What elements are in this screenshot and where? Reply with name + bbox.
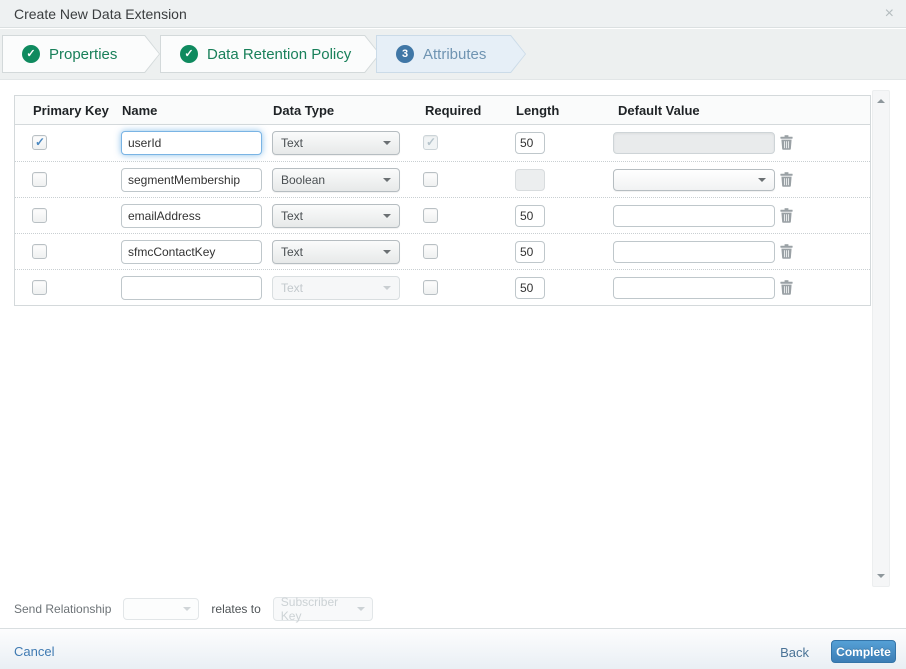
send-relationship-row: Send Relationship relates to Subscriber … [14, 596, 373, 622]
send-relationship-label: Send Relationship [14, 602, 111, 616]
relates-to-label: relates to [211, 602, 260, 616]
step-number-badge: 3 [396, 45, 414, 63]
table-row: Boolean [15, 161, 870, 197]
required-checkbox[interactable] [423, 208, 438, 223]
default-value-select[interactable] [613, 169, 775, 191]
subscriber-key-value: Subscriber Key [281, 595, 357, 623]
wizard-step-data-retention-policy[interactable]: ✓ Data Retention Policy [160, 35, 380, 73]
table-row: Text [15, 197, 870, 233]
wizard-step-bar: ✓ Properties ✓ Data Retention Policy 3 A… [0, 29, 906, 80]
chevron-down-icon [383, 141, 391, 145]
chevron-down-icon [758, 178, 766, 182]
column-header-length: Length [516, 96, 559, 125]
data-type-select[interactable]: Text [272, 204, 400, 228]
data-type-select[interactable]: Text [272, 240, 400, 264]
wizard-step-attributes[interactable]: 3 Attributes [376, 35, 526, 73]
data-type-value: Text [281, 245, 303, 259]
data-type-select[interactable]: Boolean [272, 168, 400, 192]
trash-icon[interactable] [780, 135, 793, 150]
name-input[interactable] [121, 168, 262, 192]
length-input [515, 169, 545, 191]
data-type-value: Text [281, 136, 303, 150]
subscriber-key-select: Subscriber Key [273, 597, 373, 621]
scroll-down-button[interactable] [873, 568, 889, 584]
length-input[interactable] [515, 241, 545, 263]
table-row: Text [15, 233, 870, 269]
chevron-down-icon [383, 214, 391, 218]
trash-icon[interactable] [780, 280, 793, 295]
primary-key-checkbox[interactable] [32, 280, 47, 295]
primary-key-checkbox[interactable] [32, 172, 47, 187]
trash-icon[interactable] [780, 208, 793, 223]
trash-icon[interactable] [780, 244, 793, 259]
send-relationship-field-select [123, 598, 199, 620]
data-type-value: Text [281, 281, 303, 295]
name-input[interactable] [121, 131, 262, 155]
primary-key-checkbox[interactable] [32, 135, 47, 150]
step-label: Properties [49, 46, 117, 63]
chevron-down-icon [383, 286, 391, 290]
column-header-default-value: Default Value [618, 96, 700, 125]
column-header-primary-key: Primary Key [33, 96, 109, 125]
dialog-titlebar: Create New Data Extension × [0, 0, 906, 28]
back-button[interactable]: Back [780, 645, 809, 660]
column-header-name: Name [122, 96, 157, 125]
data-type-value: Boolean [281, 173, 325, 187]
attributes-table: Primary Key Name Data Type Required Leng… [14, 95, 871, 306]
name-input[interactable] [121, 204, 262, 228]
column-header-data-type: Data Type [273, 96, 334, 125]
required-checkbox[interactable] [423, 280, 438, 295]
data-type-select[interactable]: Text [272, 131, 400, 155]
check-circle-icon: ✓ [22, 45, 40, 63]
dialog-title: Create New Data Extension [14, 0, 187, 28]
length-input[interactable] [515, 277, 545, 299]
default-value-input[interactable] [613, 241, 775, 263]
table-header-row: Primary Key Name Data Type Required Leng… [15, 96, 870, 125]
table-row: Text [15, 269, 870, 305]
column-header-required: Required [425, 96, 481, 125]
complete-button[interactable]: Complete [831, 640, 896, 663]
triangle-down-icon [877, 574, 885, 578]
triangle-up-icon [877, 99, 885, 103]
primary-key-checkbox[interactable] [32, 244, 47, 259]
chevron-down-icon [383, 178, 391, 182]
step-label: Attributes [423, 46, 486, 63]
name-input[interactable] [121, 240, 262, 264]
scrollbar[interactable] [872, 90, 890, 587]
scroll-up-button[interactable] [873, 93, 889, 109]
default-value-input[interactable] [613, 277, 775, 299]
default-value-input [613, 132, 775, 154]
close-icon[interactable]: × [885, 4, 894, 24]
chevron-down-icon [183, 607, 191, 611]
length-input[interactable] [515, 205, 545, 227]
trash-icon[interactable] [780, 172, 793, 187]
cancel-link[interactable]: Cancel [14, 644, 54, 659]
name-input[interactable] [121, 276, 262, 300]
required-checkbox[interactable] [423, 172, 438, 187]
required-checkbox[interactable] [423, 244, 438, 259]
primary-key-checkbox[interactable] [32, 208, 47, 223]
footer: Cancel Back Complete [0, 629, 906, 669]
check-circle-icon: ✓ [180, 45, 198, 63]
chevron-down-icon [357, 607, 365, 611]
chevron-down-icon [383, 250, 391, 254]
table-row: Text [15, 125, 870, 161]
data-type-value: Text [281, 209, 303, 223]
step-label: Data Retention Policy [207, 46, 351, 63]
default-value-input[interactable] [613, 205, 775, 227]
required-checkbox [423, 135, 438, 150]
length-input[interactable] [515, 132, 545, 154]
data-type-select: Text [272, 276, 400, 300]
wizard-step-properties[interactable]: ✓ Properties [2, 35, 160, 73]
